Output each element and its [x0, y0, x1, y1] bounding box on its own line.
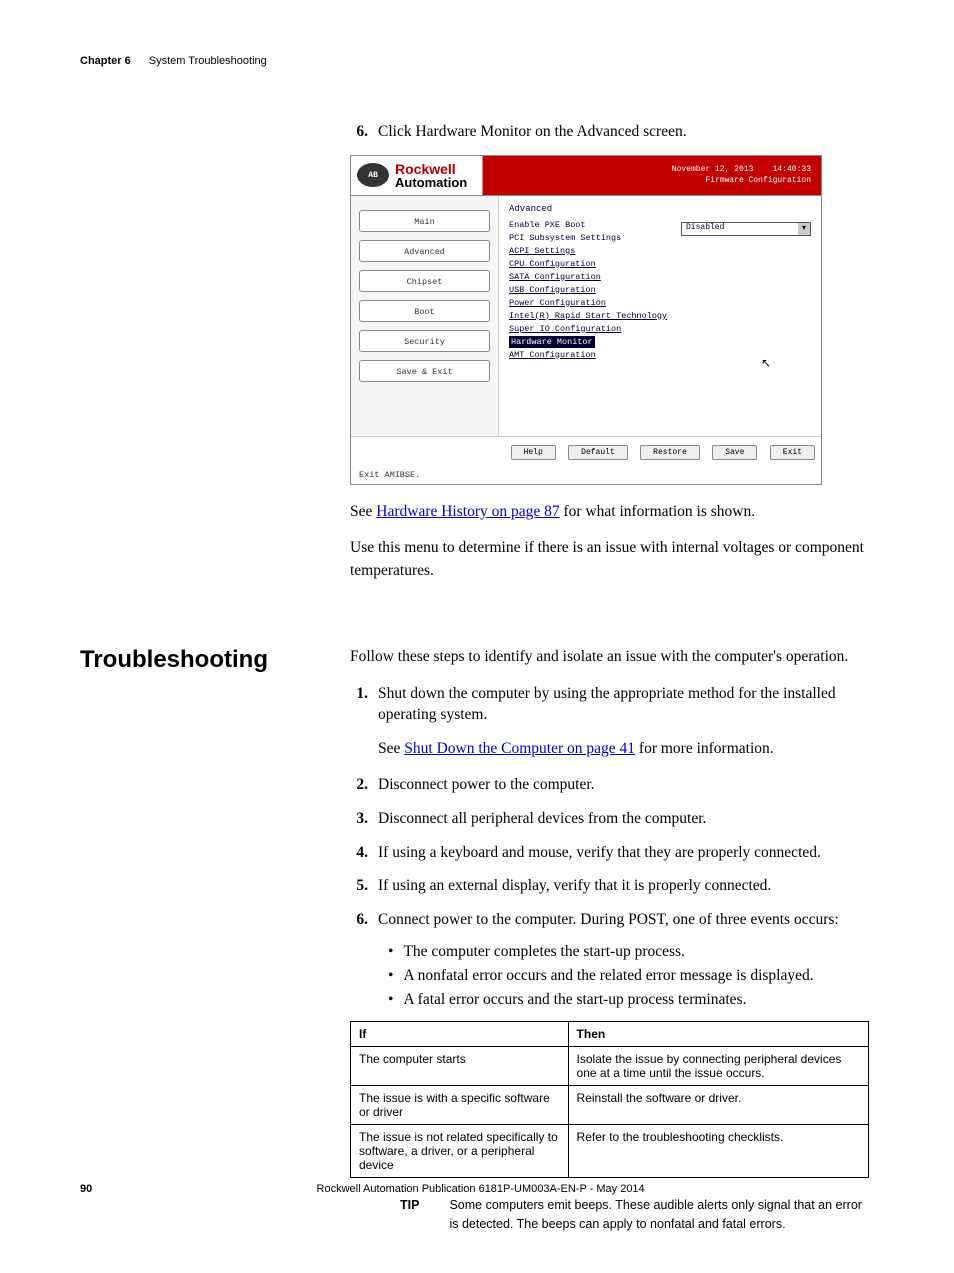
table-cell: The issue is with a specific software or…	[351, 1085, 569, 1124]
bios-help-button[interactable]: Help	[511, 445, 556, 460]
step-number: 5.	[350, 875, 368, 897]
tip-label: TIP	[400, 1196, 419, 1234]
bios-header-right: November 12, 2013 14:40:33 Firmware Conf…	[672, 164, 821, 186]
page-header: Chapter 6 System Troubleshooting	[80, 55, 869, 67]
table-cell: Isolate the issue by connecting peripher…	[568, 1046, 868, 1085]
bios-save-button[interactable]: Save	[712, 445, 757, 460]
bullet-text: A nonfatal error occurs and the related …	[403, 967, 813, 985]
table-row: The computer starts Isolate the issue by…	[351, 1046, 869, 1085]
bios-nav: Main Advanced Chipset Boot Security Save…	[351, 196, 499, 436]
bios-nav-boot[interactable]: Boot	[359, 300, 490, 322]
table-cell: The computer starts	[351, 1046, 569, 1085]
page-footer: 90 Rockwell Automation Publication 6181P…	[80, 1183, 869, 1195]
use-paragraph: Use this menu to determine if there is a…	[350, 537, 869, 582]
bios-pxe-select[interactable]: Disabled ▾	[681, 222, 811, 236]
step-number: 3.	[350, 808, 368, 830]
chapter-title: System Troubleshooting	[149, 55, 267, 67]
brand-line2: Automation	[395, 176, 467, 189]
publication-info: Rockwell Automation Publication 6181P-UM…	[92, 1183, 869, 1195]
table-row: The issue is with a specific software or…	[351, 1085, 869, 1124]
table-cell: Refer to the troubleshooting checklists.	[568, 1124, 868, 1177]
bios-item[interactable]: Super IO Configuration	[509, 324, 811, 334]
step-number: 2.	[350, 774, 368, 796]
bios-button-bar: Help Default Restore Save Exit	[351, 436, 821, 466]
bullet-icon: •	[388, 943, 393, 961]
tip-text: Some computers emit beeps. These audible…	[449, 1196, 869, 1234]
bios-item[interactable]: ACPI Settings	[509, 246, 811, 256]
event-bullets: • The computer completes the start-up pro…	[388, 943, 869, 1009]
troubleshoot-intro: Follow these steps to identify and isola…	[350, 646, 869, 668]
dropdown-arrow-icon: ▾	[798, 223, 810, 235]
bios-time: 14:40:33	[773, 165, 811, 174]
bios-nav-chipset[interactable]: Chipset	[359, 270, 490, 292]
bios-default-button[interactable]: Default	[568, 445, 628, 460]
step-text: Connect power to the computer. During PO…	[378, 909, 869, 931]
bios-nav-main[interactable]: Main	[359, 210, 490, 232]
bios-nav-security[interactable]: Security	[359, 330, 490, 352]
step-number: 6.	[350, 121, 368, 143]
tip-block: TIP Some computers emit beeps. These aud…	[400, 1196, 869, 1234]
table-header-if: If	[351, 1021, 569, 1046]
see-paragraph: See Hardware History on page 87 for what…	[350, 501, 869, 523]
bios-item[interactable]: CPU Configuration	[509, 259, 811, 269]
bios-item[interactable]: SATA Configuration	[509, 272, 811, 282]
step-text: If using an external display, verify tha…	[378, 875, 869, 897]
bullet-text: A fatal error occurs and the start-up pr…	[403, 991, 746, 1009]
step-text: Click Hardware Monitor on the Advanced s…	[378, 121, 869, 143]
bios-pxe-value: Disabled	[682, 223, 798, 235]
bios-nav-save-exit[interactable]: Save & Exit	[359, 360, 490, 382]
bios-fw-label: Firmware Configuration	[705, 176, 811, 185]
table-header-then: Then	[568, 1021, 868, 1046]
step-text: Disconnect power to the computer.	[378, 774, 869, 796]
troubleshooting-heading: Troubleshooting	[80, 646, 325, 674]
brand-text: Rockwell Automation	[395, 162, 467, 189]
bios-item-hardware-monitor[interactable]: Hardware Monitor	[509, 337, 811, 347]
bios-status-bar: Exit AMIBSE.	[351, 466, 821, 484]
bios-exit-button[interactable]: Exit	[770, 445, 815, 460]
text: See	[350, 503, 376, 520]
step-text: If using a keyboard and mouse, verify th…	[378, 842, 869, 864]
page-number: 90	[80, 1183, 92, 1195]
bios-nav-advanced[interactable]: Advanced	[359, 240, 490, 262]
step-number: 1.	[350, 683, 368, 726]
step-number: 6.	[350, 909, 368, 931]
step-text: Shut down the computer by using the appr…	[378, 683, 869, 726]
bullet-icon: •	[388, 991, 393, 1009]
bullet-icon: •	[388, 967, 393, 985]
bios-main-panel: Advanced Enable PXE Boot Disabled ▾ PCI …	[499, 196, 821, 436]
step1-see: See Shut Down the Computer on page 41 fo…	[378, 738, 869, 760]
ab-logo-icon: AB	[357, 163, 389, 187]
bios-restore-button[interactable]: Restore	[640, 445, 700, 460]
bios-date: November 12, 2013	[672, 165, 754, 174]
bios-screenshot: AB Rockwell Automation November 12, 2013…	[350, 155, 822, 485]
step-number: 4.	[350, 842, 368, 864]
bios-item[interactable]: Intel(R) Rapid Start Technology	[509, 311, 811, 321]
table-row: The issue is not related specifically to…	[351, 1124, 869, 1177]
bios-item[interactable]: Power Configuration	[509, 298, 811, 308]
bios-item[interactable]: USB Configuration	[509, 285, 811, 295]
table-cell: Reinstall the software or driver.	[568, 1085, 868, 1124]
text: See	[378, 740, 404, 757]
bullet-text: The computer completes the start-up proc…	[403, 943, 685, 961]
hardware-history-link[interactable]: Hardware History on page 87	[376, 503, 559, 520]
cursor-icon: ↖	[761, 356, 771, 371]
shutdown-link[interactable]: Shut Down the Computer on page 41	[404, 740, 635, 757]
text: for what information is shown.	[560, 503, 755, 520]
if-then-table: If Then The computer starts Isolate the …	[350, 1021, 869, 1178]
chapter-label: Chapter 6	[80, 55, 131, 67]
bios-hw-monitor-highlight: Hardware Monitor	[509, 336, 595, 348]
bios-panel-title: Advanced	[509, 204, 811, 214]
text: for more information.	[635, 740, 774, 757]
table-cell: The issue is not related specifically to…	[351, 1124, 569, 1177]
step-text: Disconnect all peripheral devices from t…	[378, 808, 869, 830]
